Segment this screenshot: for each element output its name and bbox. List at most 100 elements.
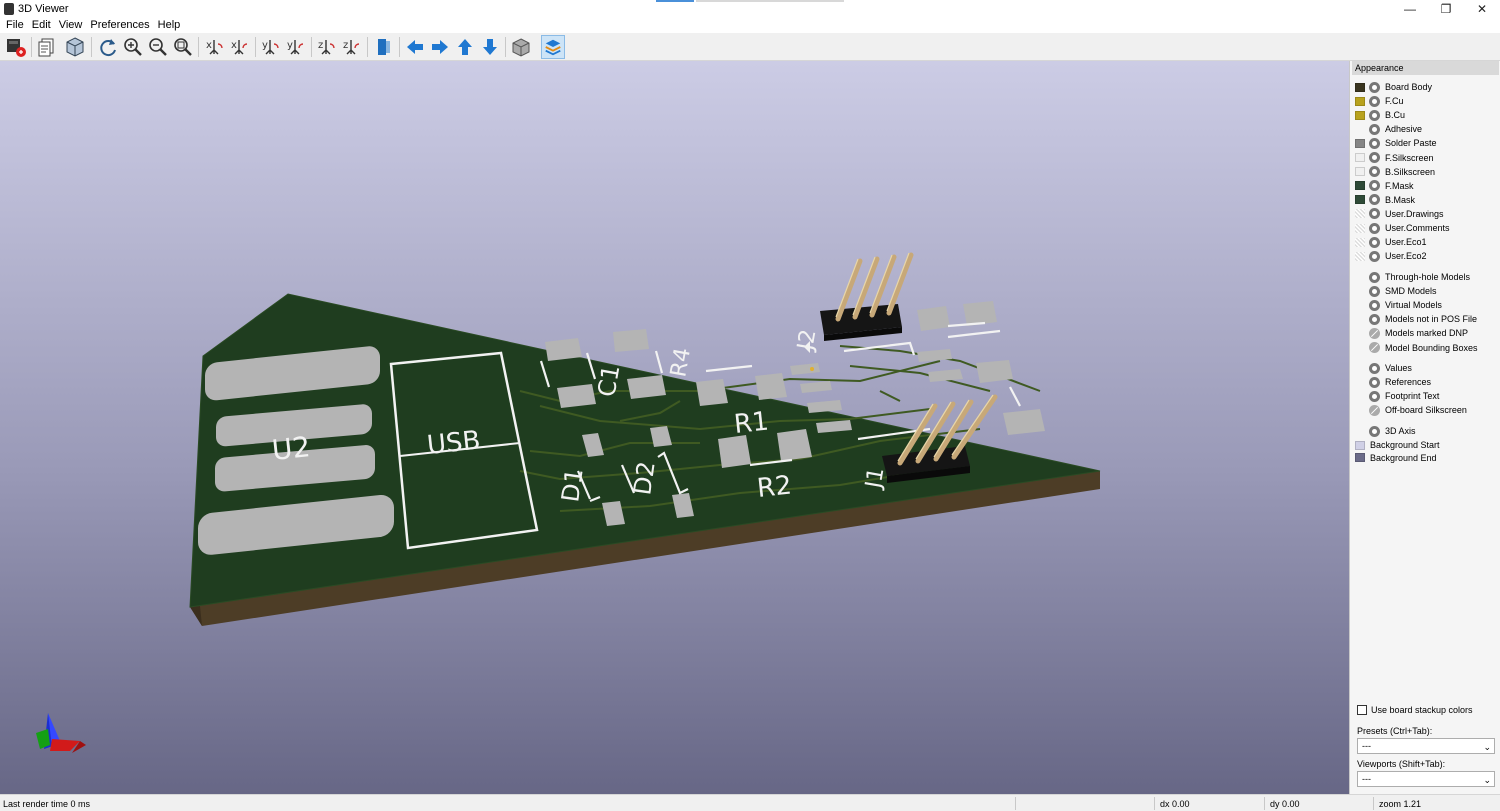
move-right-icon[interactable] [428,35,452,59]
layer-row-user-eco2[interactable]: User.Eco2 [1355,249,1427,263]
eye-off-icon[interactable] [1369,404,1380,416]
rotate-z-cw-icon[interactable]: z [315,35,339,59]
move-up-icon[interactable] [453,35,477,59]
layer-row-adhesive[interactable]: Adhesive [1355,122,1422,136]
eye-icon[interactable] [1369,376,1380,388]
menu-help[interactable]: Help [158,18,181,33]
layer-row-footprint-text[interactable]: Footprint Text [1355,389,1439,403]
eye-icon[interactable] [1369,299,1380,311]
layer-color-swatch[interactable] [1355,223,1365,233]
eye-icon[interactable] [1369,271,1380,283]
rotate-x-cw-icon[interactable]: x [203,35,227,59]
zoom-in-icon[interactable] [121,35,145,59]
copy-image-icon[interactable] [35,35,59,59]
layer-row-model-bounding-boxes[interactable]: Model Bounding Boxes [1355,341,1478,355]
viewports-select[interactable]: --- ⌄ [1357,771,1495,787]
eye-icon[interactable] [1369,152,1380,163]
move-down-icon[interactable] [478,35,502,59]
layer-label: Background Start [1370,440,1440,450]
eye-icon[interactable] [1369,109,1380,121]
layer-color-swatch[interactable] [1355,110,1365,120]
flip-board-icon[interactable] [372,35,396,59]
orthographic-icon[interactable] [509,35,533,59]
menu-file[interactable]: File [6,18,24,33]
eye-icon[interactable] [1369,362,1380,374]
menu-preferences[interactable]: Preferences [90,18,149,33]
layer-row-models-not-in-pos-file[interactable]: Models not in POS File [1355,312,1477,326]
layer-row-through-hole-models[interactable]: Through-hole Models [1355,270,1470,284]
layers-panel-icon[interactable] [541,35,565,59]
close-button[interactable]: ✕ [1464,0,1500,18]
move-left-icon[interactable] [403,35,427,59]
layer-row-b-mask[interactable]: B.Mask [1355,193,1415,207]
eye-icon[interactable] [1369,180,1380,192]
menu-edit[interactable]: Edit [32,18,51,33]
layer-color-swatch[interactable] [1355,167,1365,177]
eye-icon[interactable] [1369,236,1380,248]
layer-row-user-comments[interactable]: User.Comments [1355,221,1450,235]
layer-row-user-drawings[interactable]: User.Drawings [1355,207,1444,221]
layer-row-virtual-models[interactable]: Virtual Models [1355,298,1442,312]
layer-color-swatch[interactable] [1355,237,1365,247]
rotate-y-ccw-icon[interactable]: y [284,35,308,59]
layer-color-swatch[interactable] [1355,453,1365,462]
layer-row-solder-paste[interactable]: Solder Paste [1355,136,1437,150]
layer-color-swatch[interactable] [1355,181,1365,191]
layer-row-f-silkscreen[interactable]: F.Silkscreen [1355,151,1434,165]
eye-icon[interactable] [1369,95,1380,107]
eye-icon[interactable] [1369,166,1380,178]
eye-icon[interactable] [1369,390,1380,402]
render-icon[interactable] [4,35,28,59]
eye-icon[interactable] [1369,425,1380,437]
window-title: 3D Viewer [18,3,69,15]
layer-color-swatch[interactable] [1355,153,1365,162]
layer-color-swatch[interactable] [1355,138,1365,148]
rotate-x-ccw-icon[interactable]: x [228,35,252,59]
layer-row-3d-axis[interactable]: 3D Axis [1355,424,1416,438]
layer-row-smd-models[interactable]: SMD Models [1355,284,1437,298]
eye-icon[interactable] [1369,208,1380,220]
eye-icon[interactable] [1369,222,1380,234]
layer-color-swatch[interactable] [1355,96,1365,106]
reload-icon[interactable] [96,35,120,59]
layer-row-user-eco1[interactable]: User.Eco1 [1355,235,1427,249]
layer-row-models-marked-dnp[interactable]: Models marked DNP [1355,326,1468,340]
layer-color-swatch[interactable] [1355,209,1365,219]
eye-off-icon[interactable] [1369,327,1380,339]
eye-icon[interactable] [1369,137,1380,149]
layer-row-board-body[interactable]: Board Body [1355,80,1432,94]
zoom-fit-icon[interactable] [171,35,195,59]
layer-row-references[interactable]: References [1355,375,1431,389]
layer-row-f-mask[interactable]: F.Mask [1355,179,1414,193]
layer-color-swatch[interactable] [1355,195,1365,205]
layer-row-f-cu[interactable]: F.Cu [1355,94,1404,108]
rotate-z-ccw-icon[interactable]: z [340,35,364,59]
3d-viewport[interactable]: U2 USB C1 R4 R1 R2 D1 D2 J2 J1 [0,61,1349,794]
eye-icon[interactable] [1369,285,1380,297]
layer-color-swatch[interactable] [1355,82,1365,92]
layer-color-swatch[interactable] [1355,251,1365,261]
layer-row-b-silkscreen[interactable]: B.Silkscreen [1355,165,1435,179]
eye-icon[interactable] [1369,194,1380,206]
layer-row-background-end[interactable]: Background End [1355,451,1437,465]
eye-icon[interactable] [1369,81,1380,93]
board-3d-icon[interactable] [63,35,87,59]
use-stackup-colors[interactable]: Use board stackup colors [1357,705,1473,715]
eye-off-icon[interactable] [1369,342,1380,353]
eye-icon[interactable] [1369,123,1380,135]
rotate-y-cw-icon[interactable]: y [259,35,283,59]
stackup-checkbox[interactable] [1357,705,1367,715]
layer-row-values[interactable]: Values [1355,361,1412,375]
presets-select[interactable]: --- ⌄ [1357,738,1495,754]
layer-row-b-cu[interactable]: B.Cu [1355,108,1405,122]
layer-color-swatch[interactable] [1355,440,1365,450]
restore-button[interactable]: ❐ [1428,0,1464,18]
minimize-button[interactable]: — [1392,0,1428,18]
zoom-out-icon[interactable] [146,35,170,59]
layer-row-off-board-silkscreen[interactable]: Off-board Silkscreen [1355,403,1467,417]
layer-color-swatch[interactable] [1355,125,1365,134]
eye-icon[interactable] [1369,250,1380,262]
header-j2 [820,252,914,341]
eye-icon[interactable] [1369,313,1380,325]
menu-view[interactable]: View [59,18,83,33]
